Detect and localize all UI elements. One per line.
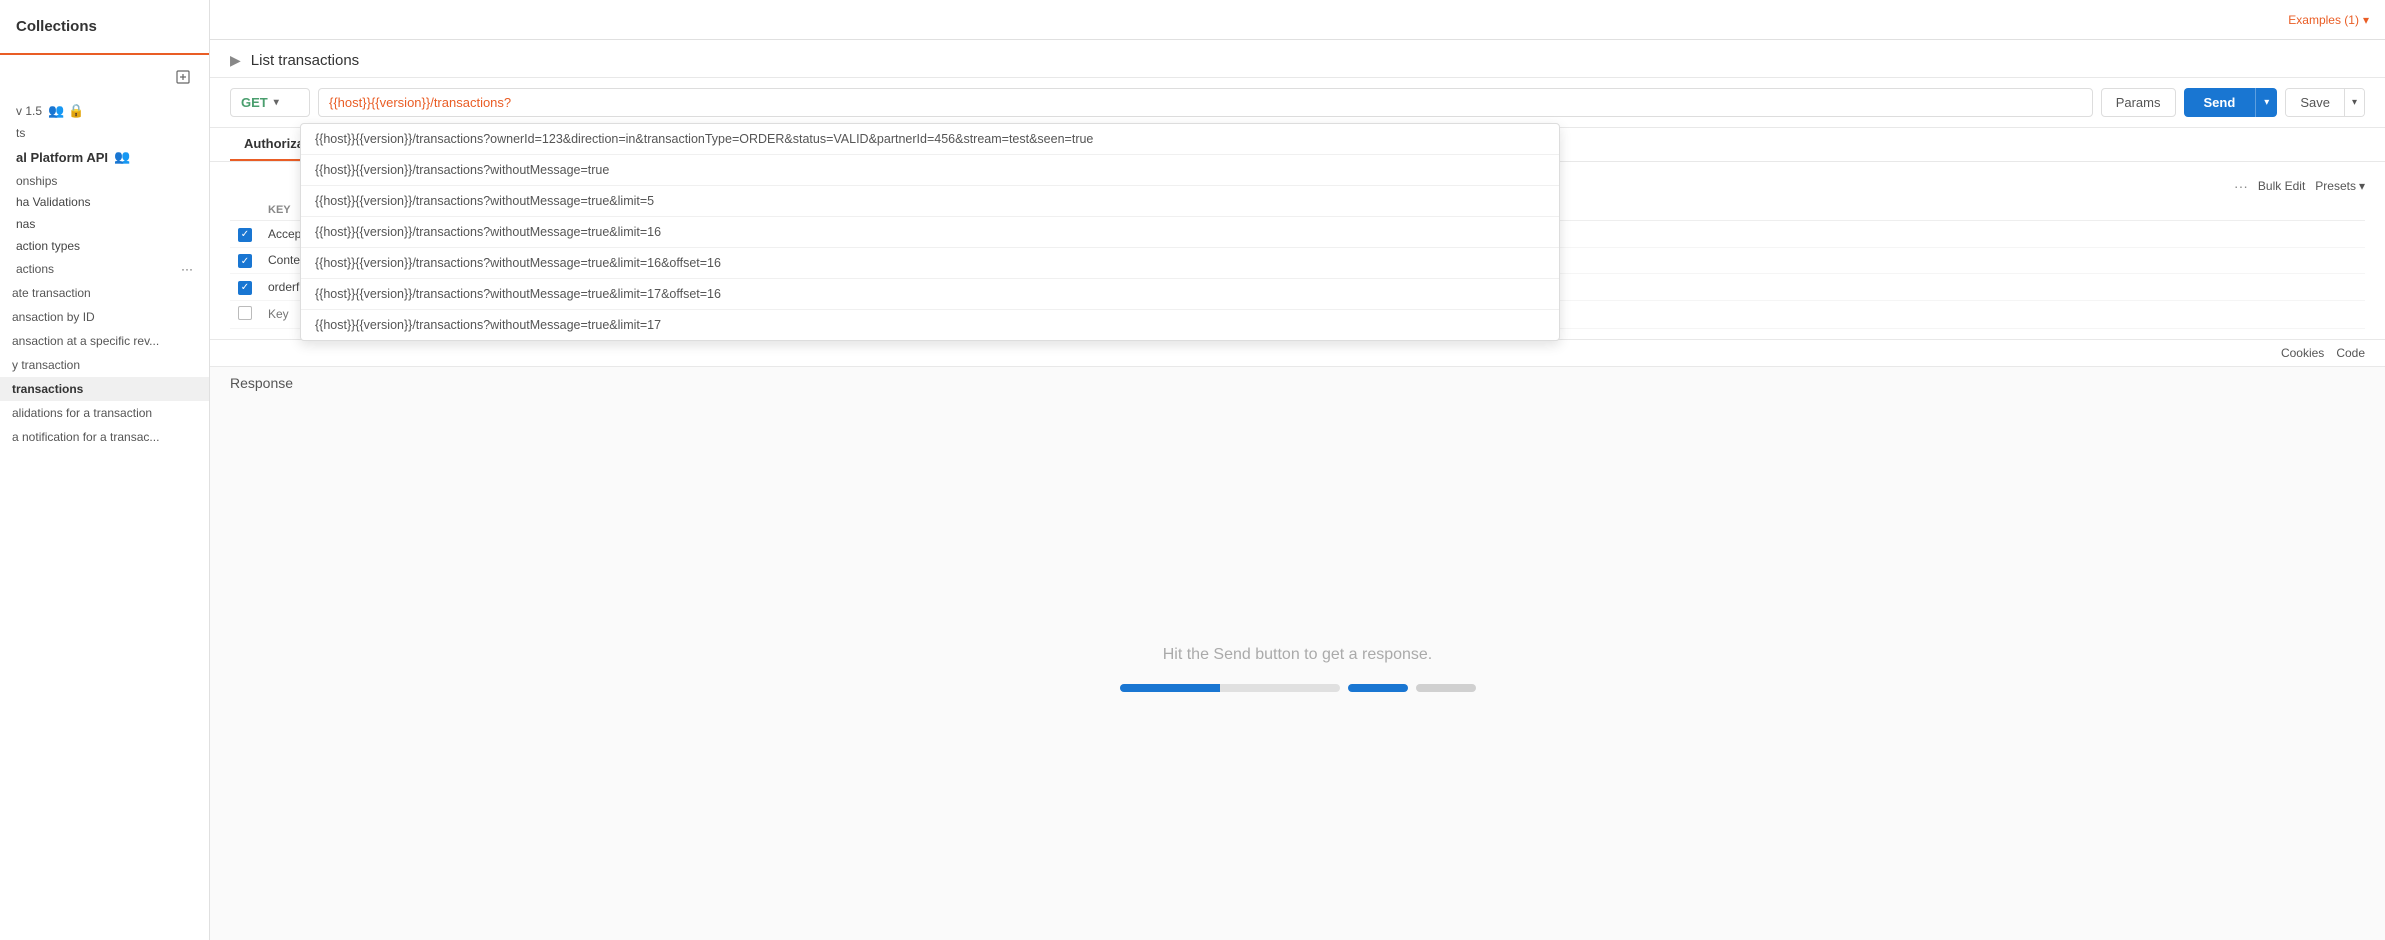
checkbox-key[interactable] <box>238 306 252 320</box>
autocomplete-item-2[interactable]: {{host}}{{version}}/transactions?without… <box>301 186 1559 217</box>
checkbox-accept[interactable]: ✓ <box>238 228 252 242</box>
triangle-icon: ▶ <box>230 52 241 69</box>
sidebar-icons: 👥 🔒 <box>48 103 84 119</box>
save-button[interactable]: Save <box>2286 89 2344 116</box>
request-title: List transactions <box>251 52 359 69</box>
new-tab-button[interactable] <box>169 63 197 91</box>
cookies-button[interactable]: Cookies <box>2281 346 2324 360</box>
main-content: Examples (1) ▾ ▶ List transactions GET ▾… <box>210 0 2385 940</box>
autocomplete-item-1[interactable]: {{host}}{{version}}/transactions?without… <box>301 155 1559 186</box>
col-check <box>230 200 260 221</box>
bulk-edit-button[interactable]: Bulk Edit <box>2258 179 2305 193</box>
transactions-dots-menu[interactable]: ··· <box>181 262 193 276</box>
method-select[interactable]: GET ▾ <box>230 88 310 117</box>
save-button-group: Save ▾ <box>2285 88 2365 117</box>
sidebar-item-list-transactions[interactable]: transactions <box>0 377 209 401</box>
autocomplete-item-3[interactable]: {{host}}{{version}}/transactions?without… <box>301 217 1559 248</box>
sidebar-api-title[interactable]: al Platform API 👥 <box>0 143 209 171</box>
method-text: GET <box>241 95 268 110</box>
autocomplete-item-5[interactable]: {{host}}{{version}}/transactions?without… <box>301 279 1559 310</box>
autocomplete-item-6[interactable]: {{host}}{{version}}/transactions?without… <box>301 310 1559 340</box>
autocomplete-item-0[interactable]: {{host}}{{version}}/transactions?ownerId… <box>301 124 1559 155</box>
response-area: Response Hit the Send button to get a re… <box>210 367 2385 940</box>
response-label: Response <box>210 367 313 399</box>
sidebar-validations[interactable]: ha Validations <box>0 191 209 213</box>
save-dropdown-button[interactable]: ▾ <box>2344 89 2364 116</box>
sidebar-item-fy-transaction[interactable]: y transaction <box>0 353 209 377</box>
response-empty-state: Hit the Send button to get a response. <box>210 399 2385 940</box>
sidebar-title-text: Collections <box>16 18 97 35</box>
sidebar-sub-onships: onships <box>0 171 209 191</box>
checkbox-content-type[interactable]: ✓ <box>238 254 252 268</box>
sidebar-version: v 1.5 👥 🔒 <box>0 99 209 123</box>
top-bar: Examples (1) ▾ <box>210 0 2385 40</box>
more-options-button[interactable]: ··· <box>2234 178 2248 194</box>
autocomplete-item-4[interactable]: {{host}}{{version}}/transactions?without… <box>301 248 1559 279</box>
autocomplete-dropdown: {{host}}{{version}}/transactions?ownerId… <box>300 123 1560 341</box>
url-bar: GET ▾ Params Send ▾ Save ▾ {{host}}{{ver… <box>210 78 2385 128</box>
sidebar-item-create-transaction[interactable]: ate transaction <box>0 281 209 305</box>
presets-chevron-icon: ▾ <box>2359 179 2365 193</box>
examples-link[interactable]: Examples (1) ▾ <box>2288 13 2369 27</box>
send-button[interactable]: Send <box>2184 88 2256 117</box>
url-input[interactable] <box>318 88 2093 117</box>
sidebar-item-validations-for[interactable]: alidations for a transaction <box>0 401 209 425</box>
examples-chevron-icon: ▾ <box>2363 13 2369 27</box>
progress-bar-row <box>1120 684 1476 692</box>
response-hint-text: Hit the Send button to get a response. <box>1163 646 1433 664</box>
progress-bar-background <box>1120 684 1340 692</box>
sidebar-title: Collections <box>0 0 209 55</box>
params-button[interactable]: Params <box>2101 88 2176 117</box>
send-dropdown-button[interactable]: ▾ <box>2255 88 2277 117</box>
people-icon-api: 👥 <box>114 149 130 165</box>
api-title-text: al Platform API <box>16 150 108 165</box>
request-header: ▶ List transactions <box>210 40 2385 78</box>
sidebar-transactions-group[interactable]: actions ··· <box>0 257 209 281</box>
send-button-group: Send ▾ <box>2184 88 2278 117</box>
sidebar-item-get-at-rev[interactable]: ansaction at a specific rev... <box>0 329 209 353</box>
version-text: v 1.5 <box>16 104 42 118</box>
method-chevron-icon: ▾ <box>274 97 279 108</box>
code-button[interactable]: Code <box>2336 346 2365 360</box>
response-top-bar: Cookies Code <box>210 340 2385 367</box>
sidebar: Collections v 1.5 👥 🔒 ts al Platform API… <box>0 0 210 940</box>
progress-bar-fill <box>1120 684 1220 692</box>
sidebar-item-get-by-id[interactable]: ansaction by ID <box>0 305 209 329</box>
sidebar-sub-ts: ts <box>0 123 209 143</box>
people-icon: 👥 <box>48 103 64 119</box>
transactions-label: actions <box>16 262 54 276</box>
progress-pill-blue <box>1348 684 1408 692</box>
sidebar-item-notification[interactable]: a notification for a transac... <box>0 425 209 449</box>
progress-pill-gray <box>1416 684 1476 692</box>
sidebar-action-types[interactable]: action types <box>0 235 209 257</box>
sidebar-actions <box>0 55 209 99</box>
lock-icon: 🔒 <box>68 103 84 119</box>
sidebar-nas[interactable]: nas <box>0 213 209 235</box>
checkbox-orderful[interactable]: ✓ <box>238 281 252 295</box>
presets-button[interactable]: Presets ▾ <box>2315 179 2365 193</box>
